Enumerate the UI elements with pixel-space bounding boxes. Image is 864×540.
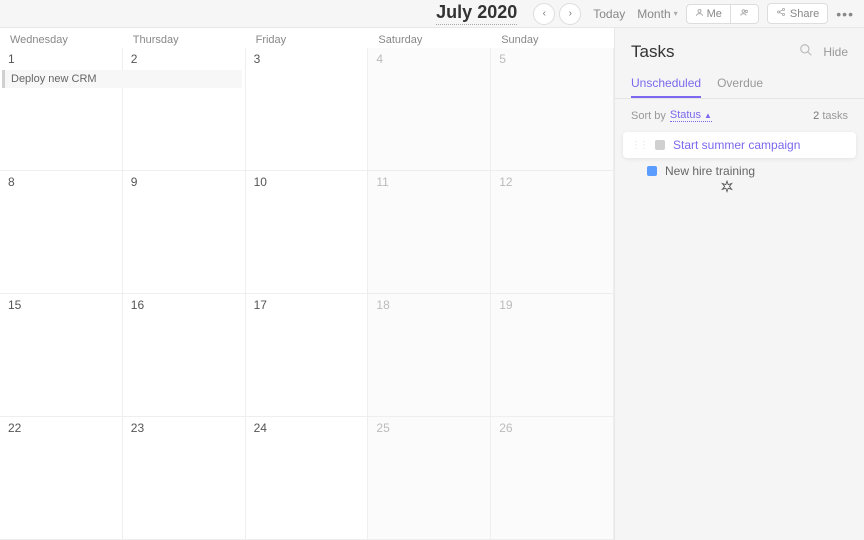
calendar-day[interactable]: 1Deploy new CRM bbox=[0, 48, 123, 171]
day-number: 26 bbox=[499, 421, 605, 435]
today-button[interactable]: Today bbox=[589, 7, 629, 21]
calendar-day[interactable]: 10 bbox=[246, 171, 369, 294]
day-number: 12 bbox=[499, 175, 605, 189]
calendar-day[interactable]: 11 bbox=[368, 171, 491, 294]
share-button[interactable]: Share bbox=[767, 3, 828, 24]
weekday-header: Sunday bbox=[491, 28, 614, 48]
day-number: 19 bbox=[499, 298, 605, 312]
day-number: 17 bbox=[254, 298, 360, 312]
calendar-day[interactable]: 8 bbox=[0, 171, 123, 294]
calendar-day[interactable]: 24 bbox=[246, 417, 369, 540]
calendar-day[interactable]: 12 bbox=[491, 171, 614, 294]
chevron-right-icon: › bbox=[569, 8, 572, 19]
task-status-icon[interactable] bbox=[655, 140, 665, 150]
task-name: New hire training bbox=[665, 164, 755, 178]
calendar-day[interactable]: 15 bbox=[0, 294, 123, 417]
me-filter-button[interactable]: Me bbox=[687, 5, 730, 23]
calendar-day[interactable]: 26 bbox=[491, 417, 614, 540]
sort-label: Sort by bbox=[631, 110, 666, 122]
calendar-day[interactable]: 19 bbox=[491, 294, 614, 417]
day-number: 11 bbox=[376, 175, 482, 189]
weekday-header: Friday bbox=[246, 28, 369, 48]
day-number: 3 bbox=[254, 52, 360, 66]
day-number: 9 bbox=[131, 175, 237, 189]
task-name: Start summer campaign bbox=[673, 138, 800, 152]
day-number: 5 bbox=[499, 52, 605, 66]
next-button[interactable]: › bbox=[559, 3, 581, 25]
day-number: 23 bbox=[131, 421, 237, 435]
day-number: 8 bbox=[8, 175, 114, 189]
month-title[interactable]: July 2020 bbox=[436, 2, 517, 25]
people-filter-button[interactable] bbox=[730, 5, 758, 23]
drag-handle-icon[interactable]: ⋮⋮ bbox=[631, 140, 647, 151]
weekday-header: Thursday bbox=[123, 28, 246, 48]
day-number: 16 bbox=[131, 298, 237, 312]
day-number: 4 bbox=[376, 52, 482, 66]
header-bar: July 2020 ‹ › Today Month ▾ Me bbox=[0, 0, 864, 28]
sidebar-title: Tasks bbox=[631, 42, 799, 62]
calendar-day[interactable]: 17 bbox=[246, 294, 369, 417]
calendar-day[interactable]: 16 bbox=[123, 294, 246, 417]
chevron-down-icon: ▾ bbox=[674, 9, 678, 18]
cursor-icon bbox=[720, 180, 734, 197]
calendar-day[interactable]: 4 bbox=[368, 48, 491, 171]
calendar-day[interactable]: 5 bbox=[491, 48, 614, 171]
people-icon bbox=[739, 8, 750, 20]
view-select[interactable]: Month ▾ bbox=[637, 7, 677, 21]
tasks-sidebar: Tasks Hide Unscheduled Overdue Sort by S… bbox=[614, 28, 864, 540]
chevron-left-icon: ‹ bbox=[543, 8, 546, 19]
sort-asc-icon: ▲ bbox=[704, 111, 712, 120]
day-number: 25 bbox=[376, 421, 482, 435]
person-icon bbox=[695, 8, 704, 20]
day-number: 10 bbox=[254, 175, 360, 189]
task-item[interactable]: ⋮⋮ Start summer campaign bbox=[623, 132, 856, 158]
calendar-event[interactable]: Deploy new CRM bbox=[2, 70, 242, 88]
task-status-icon[interactable] bbox=[647, 166, 657, 176]
calendar-day[interactable]: 25 bbox=[368, 417, 491, 540]
day-number: 22 bbox=[8, 421, 114, 435]
calendar-day[interactable]: 18 bbox=[368, 294, 491, 417]
calendar-day[interactable]: 3 bbox=[246, 48, 369, 171]
prev-button[interactable]: ‹ bbox=[533, 3, 555, 25]
search-icon[interactable] bbox=[799, 43, 813, 62]
weekday-header: Wednesday bbox=[0, 28, 123, 48]
task-count: 2 tasks bbox=[813, 110, 848, 122]
share-icon bbox=[776, 7, 786, 20]
tab-unscheduled[interactable]: Unscheduled bbox=[631, 70, 701, 98]
hide-button[interactable]: Hide bbox=[823, 45, 848, 59]
day-number: 2 bbox=[131, 52, 237, 66]
tab-overdue[interactable]: Overdue bbox=[717, 70, 763, 98]
task-item[interactable]: New hire training bbox=[623, 158, 856, 184]
calendar-day[interactable]: 9 bbox=[123, 171, 246, 294]
weekday-header: Saturday bbox=[368, 28, 491, 48]
calendar-grid: Wednesday Thursday Friday Saturday Sunda… bbox=[0, 28, 614, 540]
more-button[interactable]: ••• bbox=[836, 6, 854, 22]
sort-select[interactable]: Status ▲ bbox=[670, 109, 712, 122]
day-number: 24 bbox=[254, 421, 360, 435]
day-number: 1 bbox=[8, 52, 114, 66]
calendar-day[interactable]: 2 bbox=[123, 48, 246, 171]
calendar-day[interactable]: 23 bbox=[123, 417, 246, 540]
day-number: 18 bbox=[376, 298, 482, 312]
day-number: 15 bbox=[8, 298, 114, 312]
calendar-day[interactable]: 22 bbox=[0, 417, 123, 540]
